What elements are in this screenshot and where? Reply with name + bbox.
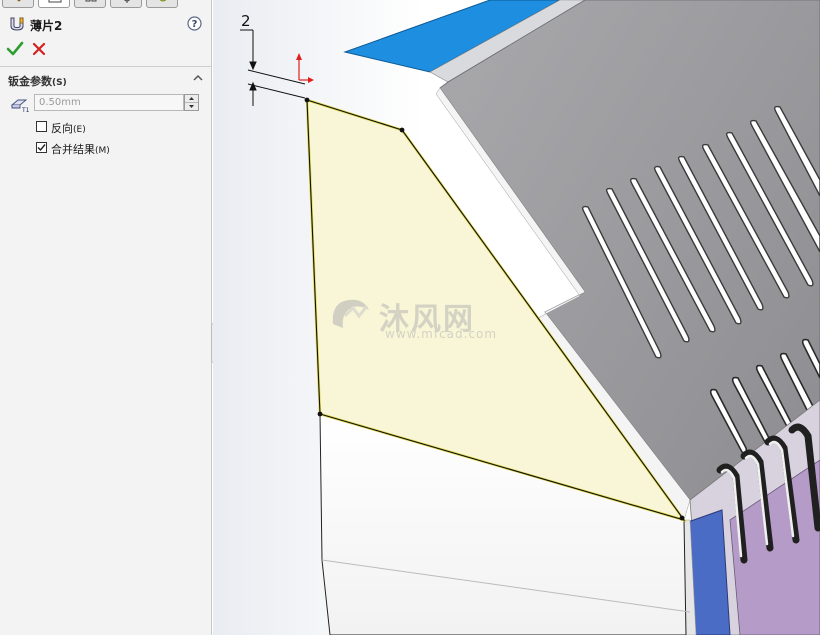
sketch-vertex[interactable] [304,97,310,103]
thickness-spinner[interactable] [184,94,199,111]
reverse-direction-checkbox[interactable] [36,121,47,132]
spin-down-icon[interactable] [185,103,198,110]
feature-title: 薄片2 [30,19,63,33]
thickness-row: T1 [6,94,206,114]
svg-text:T1: T1 [21,107,29,113]
sketch-vertex[interactable] [399,127,405,133]
ok-button[interactable] [6,40,24,58]
thickness-icon: T1 [10,99,29,113]
reverse-direction-label: 反向(E) [51,122,86,135]
spin-up-icon[interactable] [185,95,198,103]
tab-display-manager[interactable] [146,0,178,8]
svg-text:?: ? [192,19,198,30]
check-icon [37,144,46,152]
feature-tree-icon [17,0,21,2]
tab-configuration-manager[interactable] [74,0,106,8]
merge-result-label: 合并结果(M) [51,143,110,156]
tab-property-manager[interactable] [38,0,70,8]
sketch-vertex[interactable] [679,515,685,521]
property-list-icon [48,0,62,3]
graphics-viewport[interactable]: 2 沐风网 www.mfcad.com [213,0,820,635]
sketch-vertex[interactable] [317,411,323,417]
close-x-icon [32,42,46,56]
tab-feature-manager[interactable] [2,0,34,8]
model-canvas[interactable] [213,0,820,635]
property-manager-panel: 薄片2 ? 钣金参数(S) T1 反向(E) [0,0,212,635]
panel-separator [0,66,211,67]
tab-dimxpert-manager[interactable] [110,0,142,8]
dimxpert-icon [124,0,130,3]
help-icon[interactable]: ? [187,16,202,31]
manager-tab-strip [0,0,212,10]
sheet-metal-parameters-header[interactable]: 钣金参数(S) [0,70,211,88]
checkmark-icon [6,41,24,56]
display-manager-icon [159,0,167,2]
thickness-input[interactable] [34,94,184,111]
base-flange-icon [10,17,24,31]
configuration-icon [85,0,97,2]
cancel-button[interactable] [30,40,48,58]
chevron-up-icon[interactable] [193,73,203,83]
merge-result-checkbox[interactable] [36,142,47,153]
dimension-value[interactable]: 2 [241,12,251,30]
feature-title-row: 薄片2 ? [6,14,206,34]
group-title: 钣金参数(S) [8,75,67,88]
